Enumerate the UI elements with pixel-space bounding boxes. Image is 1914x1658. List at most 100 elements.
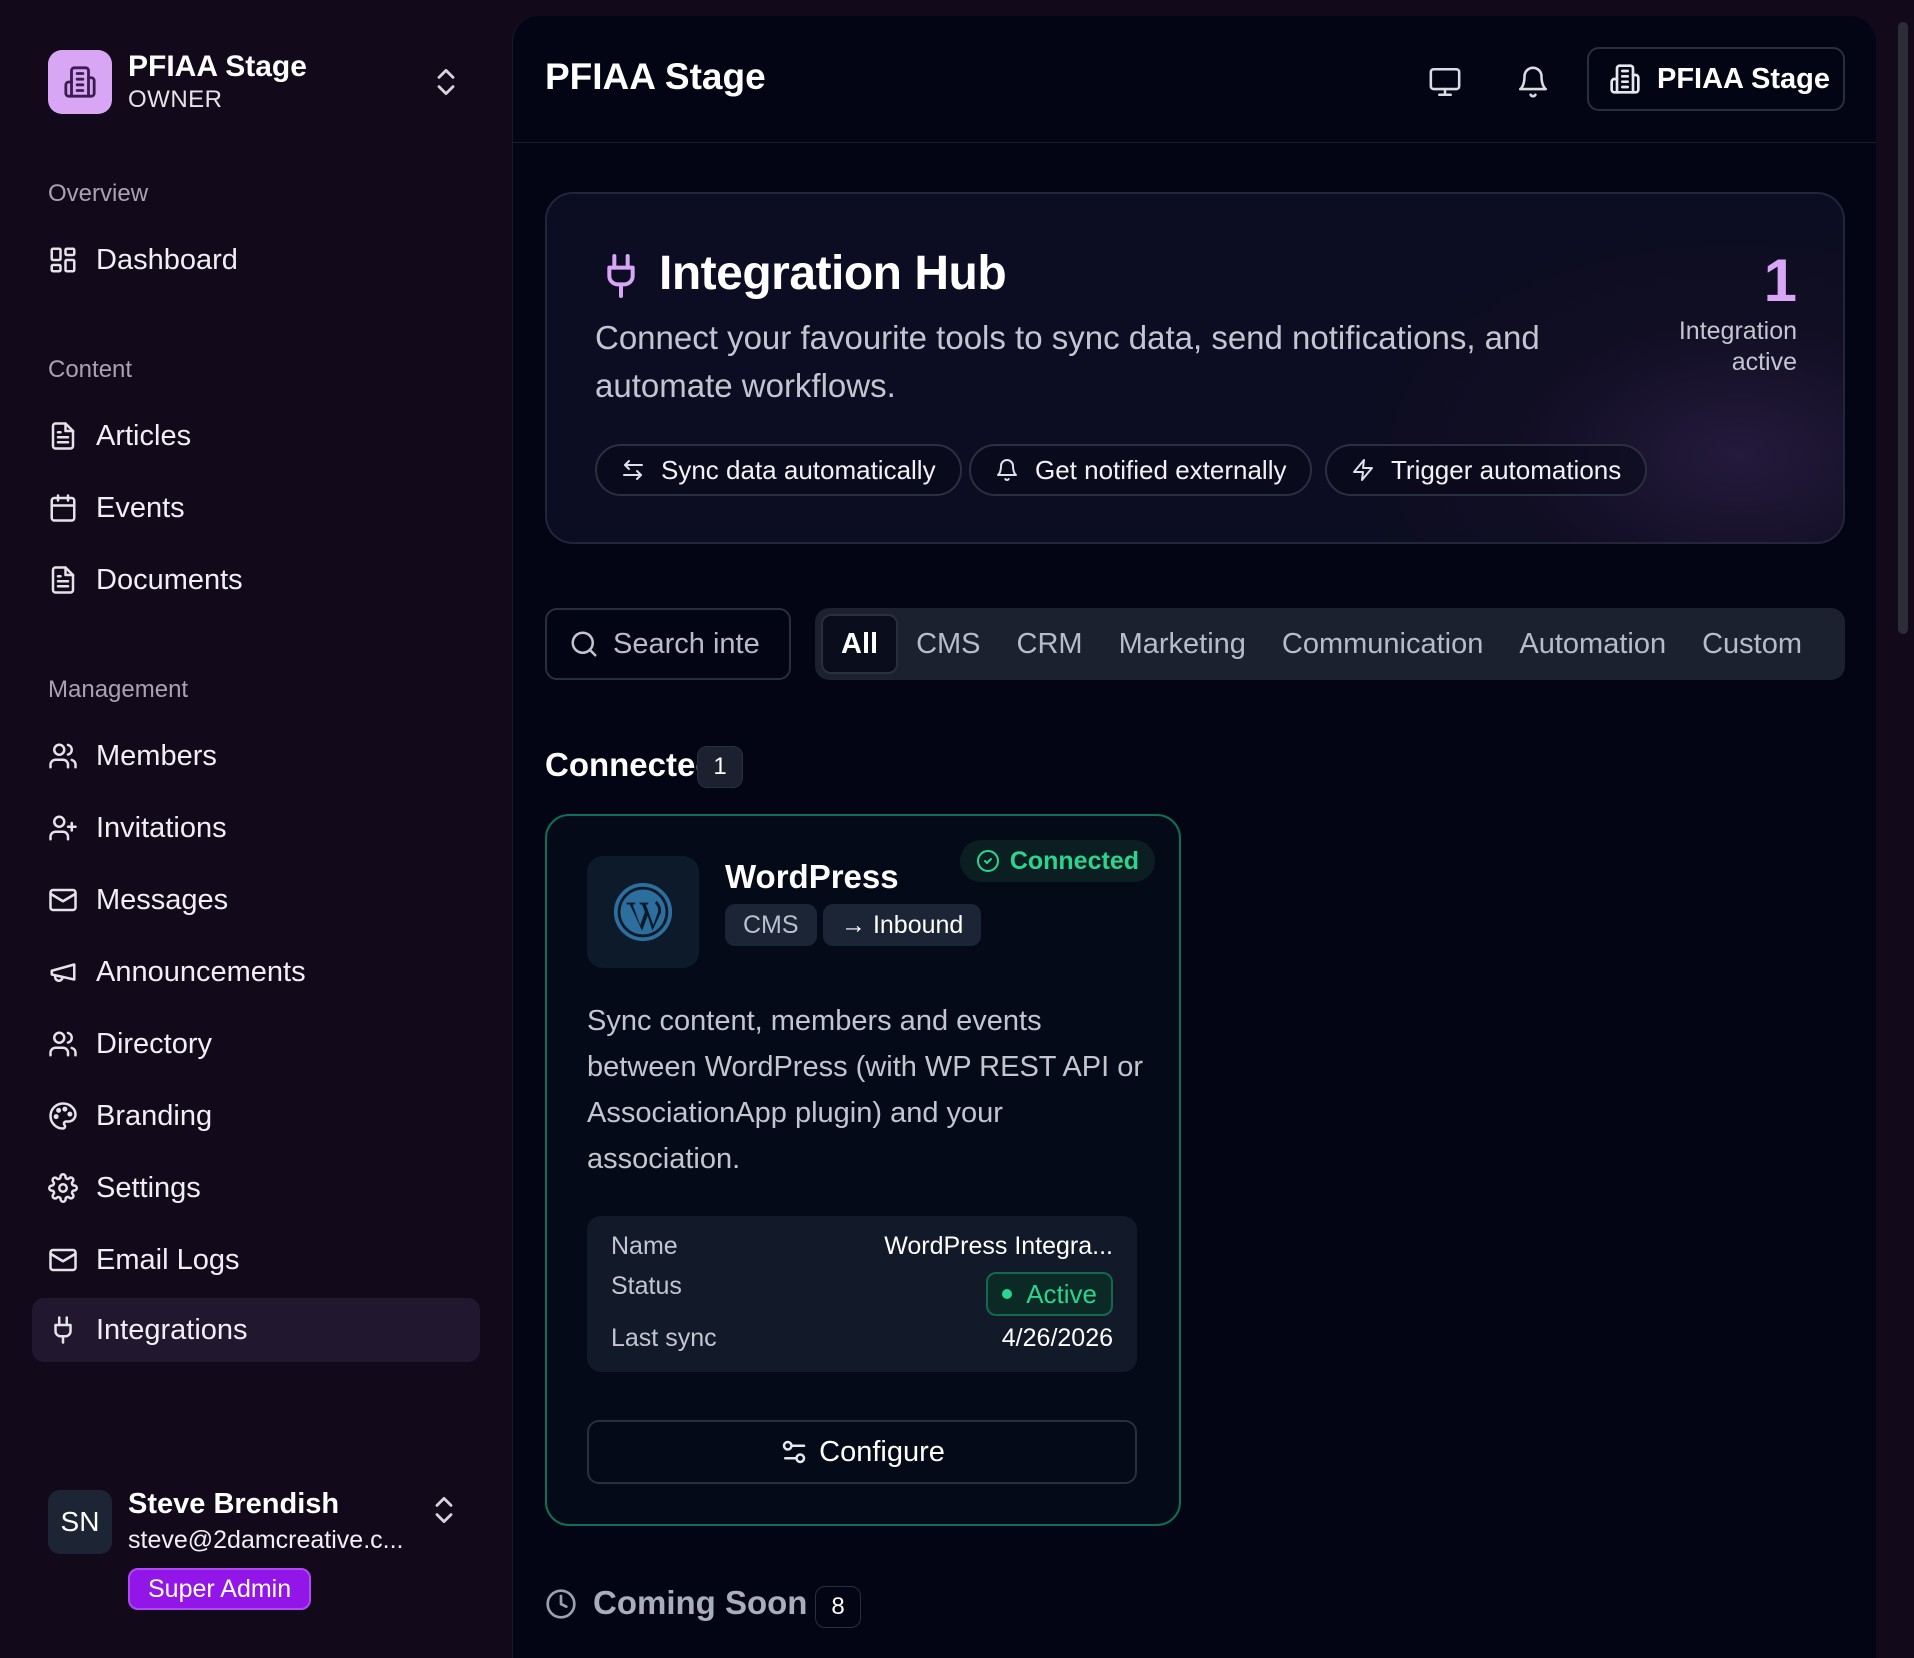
tab-crm[interactable]: CRM	[999, 614, 1101, 674]
dashboard-icon	[48, 245, 78, 275]
org-role: OWNER	[128, 86, 223, 113]
sidebar-item-label: Announcements	[96, 955, 306, 988]
users-icon	[48, 741, 78, 771]
sliders-icon	[779, 1437, 809, 1467]
active-integrations-label: Integration active	[1678, 317, 1797, 376]
org-name: PFIAA Stage	[128, 50, 307, 83]
search-box[interactable]	[545, 608, 791, 680]
tab-marketing[interactable]: Marketing	[1101, 614, 1264, 674]
monitor-icon[interactable]	[1421, 58, 1469, 106]
zap-icon	[1351, 458, 1375, 482]
sidebar-item-messages[interactable]: Messages	[32, 868, 480, 932]
sidebar-item-announcements[interactable]: Announcements	[32, 940, 480, 1004]
org-switcher[interactable]: PFIAA Stage OWNER	[48, 48, 468, 116]
sidebar-item-dashboard[interactable]: Dashboard	[32, 228, 480, 292]
sidebar-item-settings[interactable]: Settings	[32, 1156, 480, 1220]
configure-button[interactable]: Configure	[587, 1420, 1137, 1484]
wordpress-icon	[587, 856, 699, 968]
tab-communication[interactable]: Communication	[1264, 614, 1501, 674]
document-icon	[48, 421, 78, 451]
category-tag: CMS	[725, 904, 817, 946]
integration-name: WordPress	[725, 858, 899, 895]
clock-icon	[545, 1588, 577, 1620]
integration-details: Name WordPress Integra... Status Active …	[587, 1216, 1137, 1372]
tab-custom[interactable]: Custom	[1684, 614, 1820, 674]
configure-label: Configure	[819, 1435, 945, 1468]
feature-pill-notify: Get notified externally	[969, 444, 1313, 496]
org-button[interactable]: PFIAA Stage	[1587, 47, 1845, 111]
user-menu[interactable]: SN Steve Brendish steve@2damcreative.c..…	[48, 1488, 468, 1618]
sidebar-item-label: Dashboard	[96, 243, 238, 276]
active-integrations-count: 1	[1763, 247, 1797, 314]
sidebar-item-integrations[interactable]: Integrations	[32, 1298, 480, 1362]
connected-count-badge: 1	[697, 746, 743, 788]
users-icon	[48, 1029, 78, 1059]
chevrons-up-down-icon	[432, 64, 460, 100]
nav-section-management: Management	[48, 676, 189, 703]
chevrons-up-down-icon	[430, 1492, 458, 1528]
hero-title: Integration Hub	[659, 247, 1007, 300]
pill-label: Get notified externally	[1035, 454, 1287, 485]
nav-section-content: Content	[48, 356, 133, 383]
tab-all[interactable]: All	[821, 614, 899, 674]
tab-cms[interactable]: CMS	[898, 614, 998, 674]
sidebar-item-label: Directory	[96, 1027, 213, 1060]
mail-icon	[48, 1245, 78, 1275]
sidebar-item-label: Articles	[96, 419, 192, 452]
building-icon	[48, 50, 112, 114]
bell-icon	[995, 458, 1019, 482]
hero-description: Connect your favourite tools to sync dat…	[595, 319, 1540, 404]
plug-icon	[601, 252, 641, 300]
integration-description: Sync content, members and events between…	[587, 1005, 1144, 1175]
connected-badge-label: Connected	[1009, 846, 1139, 875]
gear-icon	[48, 1173, 78, 1203]
connected-status-badge: Connected	[959, 840, 1155, 882]
sidebar-item-label: Events	[96, 491, 185, 524]
sidebar: PFIAA Stage OWNER Overview Dashboard Con…	[0, 0, 508, 1658]
user-plus-icon	[48, 813, 78, 843]
sidebar-item-label: Email Logs	[96, 1243, 240, 1276]
megaphone-icon	[48, 957, 78, 987]
sidebar-item-label: Branding	[96, 1099, 213, 1132]
super-admin-badge: Super Admin	[128, 1568, 312, 1610]
building-icon	[1609, 63, 1641, 95]
user-name: Steve Brendish	[128, 1488, 340, 1520]
detail-last-sync-value: 4/26/2026	[1001, 1324, 1113, 1352]
sidebar-item-branding[interactable]: Branding	[32, 1084, 480, 1148]
sync-icon	[621, 458, 645, 482]
tab-automation[interactable]: Automation	[1501, 614, 1684, 674]
sidebar-item-invitations[interactable]: Invitations	[32, 796, 480, 860]
section-title-coming-soon: Coming Soon	[593, 1584, 808, 1621]
sidebar-item-events[interactable]: Events	[32, 476, 480, 540]
sidebar-item-email-logs[interactable]: Email Logs	[32, 1228, 480, 1292]
sidebar-item-members[interactable]: Members	[32, 724, 480, 788]
sidebar-item-label: Members	[96, 739, 217, 772]
pill-label: Sync data automatically	[661, 454, 936, 485]
status-value: Active	[1026, 1278, 1097, 1309]
integration-card-wordpress: WordPress CMS → Inbound Connected Sync c…	[545, 814, 1181, 1526]
sidebar-item-articles[interactable]: Articles	[32, 404, 480, 468]
sidebar-item-directory[interactable]: Directory	[32, 1012, 480, 1076]
status-dot	[1002, 1289, 1013, 1299]
sidebar-item-documents[interactable]: Documents	[32, 548, 480, 612]
sidebar-item-label: Settings	[96, 1171, 201, 1204]
detail-last-sync-label: Last sync	[611, 1324, 717, 1352]
pill-label: Trigger automations	[1391, 454, 1622, 485]
sidebar-item-label: Messages	[96, 883, 229, 916]
user-email: steve@2damcreative.c...	[128, 1526, 404, 1554]
check-circle-icon	[976, 849, 1000, 873]
detail-status-label: Status	[611, 1272, 682, 1300]
detail-name-value: WordPress Integra...	[884, 1232, 1113, 1260]
topbar: PFIAA Stage PFIAA Stage	[513, 16, 1876, 143]
document-icon	[48, 565, 78, 595]
feature-pill-automations: Trigger automations	[1325, 444, 1648, 496]
search-input[interactable]	[613, 627, 763, 661]
avatar: SN	[48, 1490, 112, 1554]
plug-icon	[48, 1315, 78, 1345]
feature-pill-sync: Sync data automatically	[595, 444, 962, 496]
sidebar-item-label: Integrations	[96, 1313, 248, 1346]
main-panel: PFIAA Stage PFIAA Stage Integration Hub …	[512, 16, 1876, 1658]
section-title-connected: Connected	[545, 746, 716, 783]
bell-icon[interactable]	[1509, 58, 1557, 106]
scrollbar-thumb[interactable]	[1898, 22, 1908, 634]
